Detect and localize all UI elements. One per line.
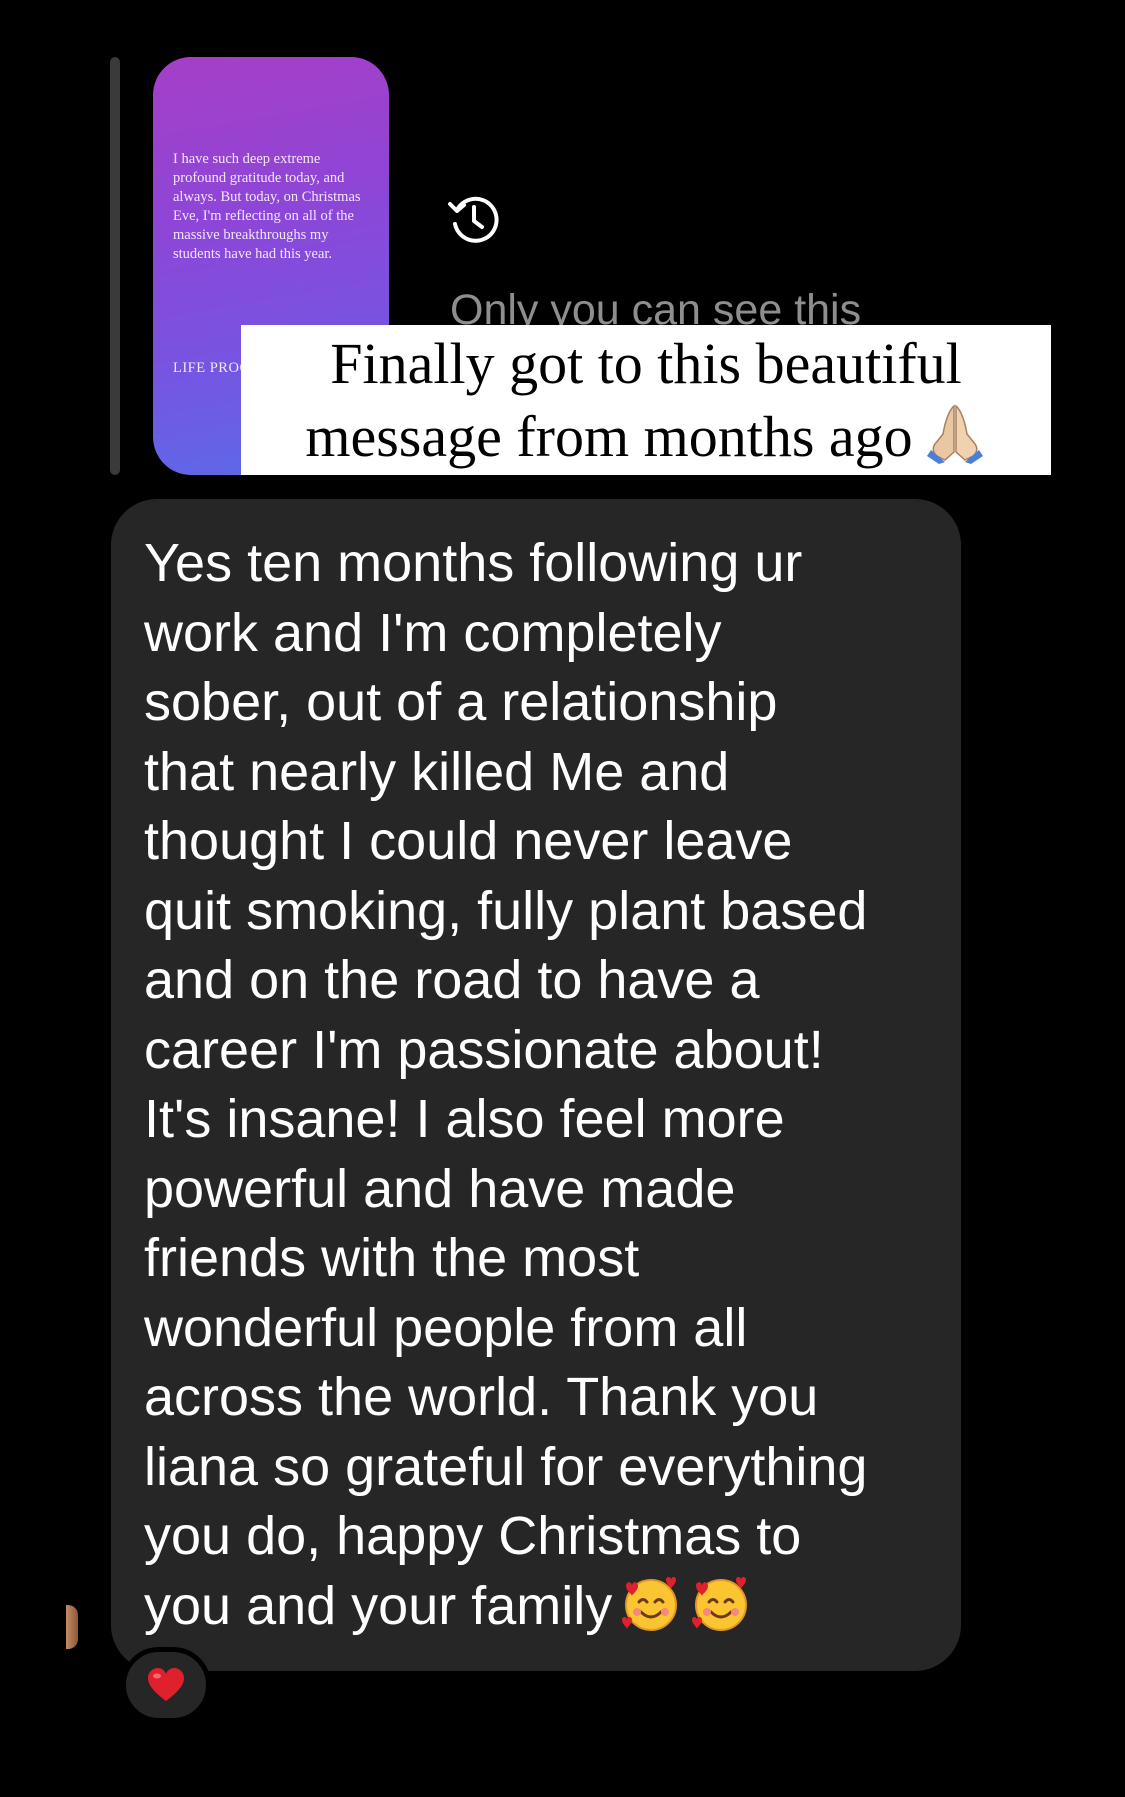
message-line: thought I could never leave bbox=[144, 811, 793, 871]
red-heart-icon bbox=[148, 1668, 184, 1701]
message-text: Yes ten months following ur work and I'm… bbox=[144, 529, 944, 1641]
message-line-last: you and your family bbox=[144, 1572, 944, 1642]
reply-indicator-bar bbox=[110, 57, 120, 475]
message-line: and on the road to have a bbox=[144, 950, 760, 1010]
folded-hands-icon bbox=[926, 404, 983, 464]
smiling-face-with-hearts-icon bbox=[692, 1576, 748, 1631]
reaction-badge[interactable] bbox=[121, 1647, 211, 1723]
message-line: liana so grateful for everything bbox=[144, 1436, 868, 1497]
message-line: wonderful people from all bbox=[144, 1297, 748, 1358]
smiling-face-with-hearts-icon bbox=[622, 1576, 678, 1631]
message-line: work and I'm completely bbox=[144, 602, 722, 663]
message-line: Yes ten months following ur bbox=[144, 533, 803, 593]
message-line: career I'm passionate about! bbox=[144, 1019, 824, 1080]
caption-line-2: message from months ago bbox=[305, 404, 913, 469]
message-line: that nearly killed Me and bbox=[144, 741, 730, 802]
left-margin bbox=[0, 0, 70, 1797]
message-line: friends with the most bbox=[144, 1228, 640, 1288]
caption-line-1: Finally got to this beautiful bbox=[330, 331, 962, 396]
message-line: powerful and have made bbox=[144, 1158, 736, 1219]
message-bubble[interactable]: Yes ten months following ur work and I'm… bbox=[111, 499, 961, 1671]
message-line: across the world. Thank you bbox=[144, 1367, 819, 1427]
sender-avatar[interactable] bbox=[66, 1605, 78, 1649]
message-line: you do, happy Christmas to bbox=[144, 1506, 802, 1566]
caption-line-2-wrap: message from months ago bbox=[241, 400, 1051, 473]
story-text: I have such deep extreme profound gratit… bbox=[173, 151, 361, 262]
message-line: sober, out of a relationship bbox=[144, 672, 778, 732]
message-line: you and your family bbox=[144, 1575, 613, 1636]
history-icon bbox=[448, 196, 499, 243]
message-line: quit smoking, fully plant based bbox=[144, 880, 868, 941]
caption-overlay: Finally got to this beautiful message fr… bbox=[241, 325, 1051, 475]
message-line: It's insane! I also feel more bbox=[144, 1089, 785, 1149]
